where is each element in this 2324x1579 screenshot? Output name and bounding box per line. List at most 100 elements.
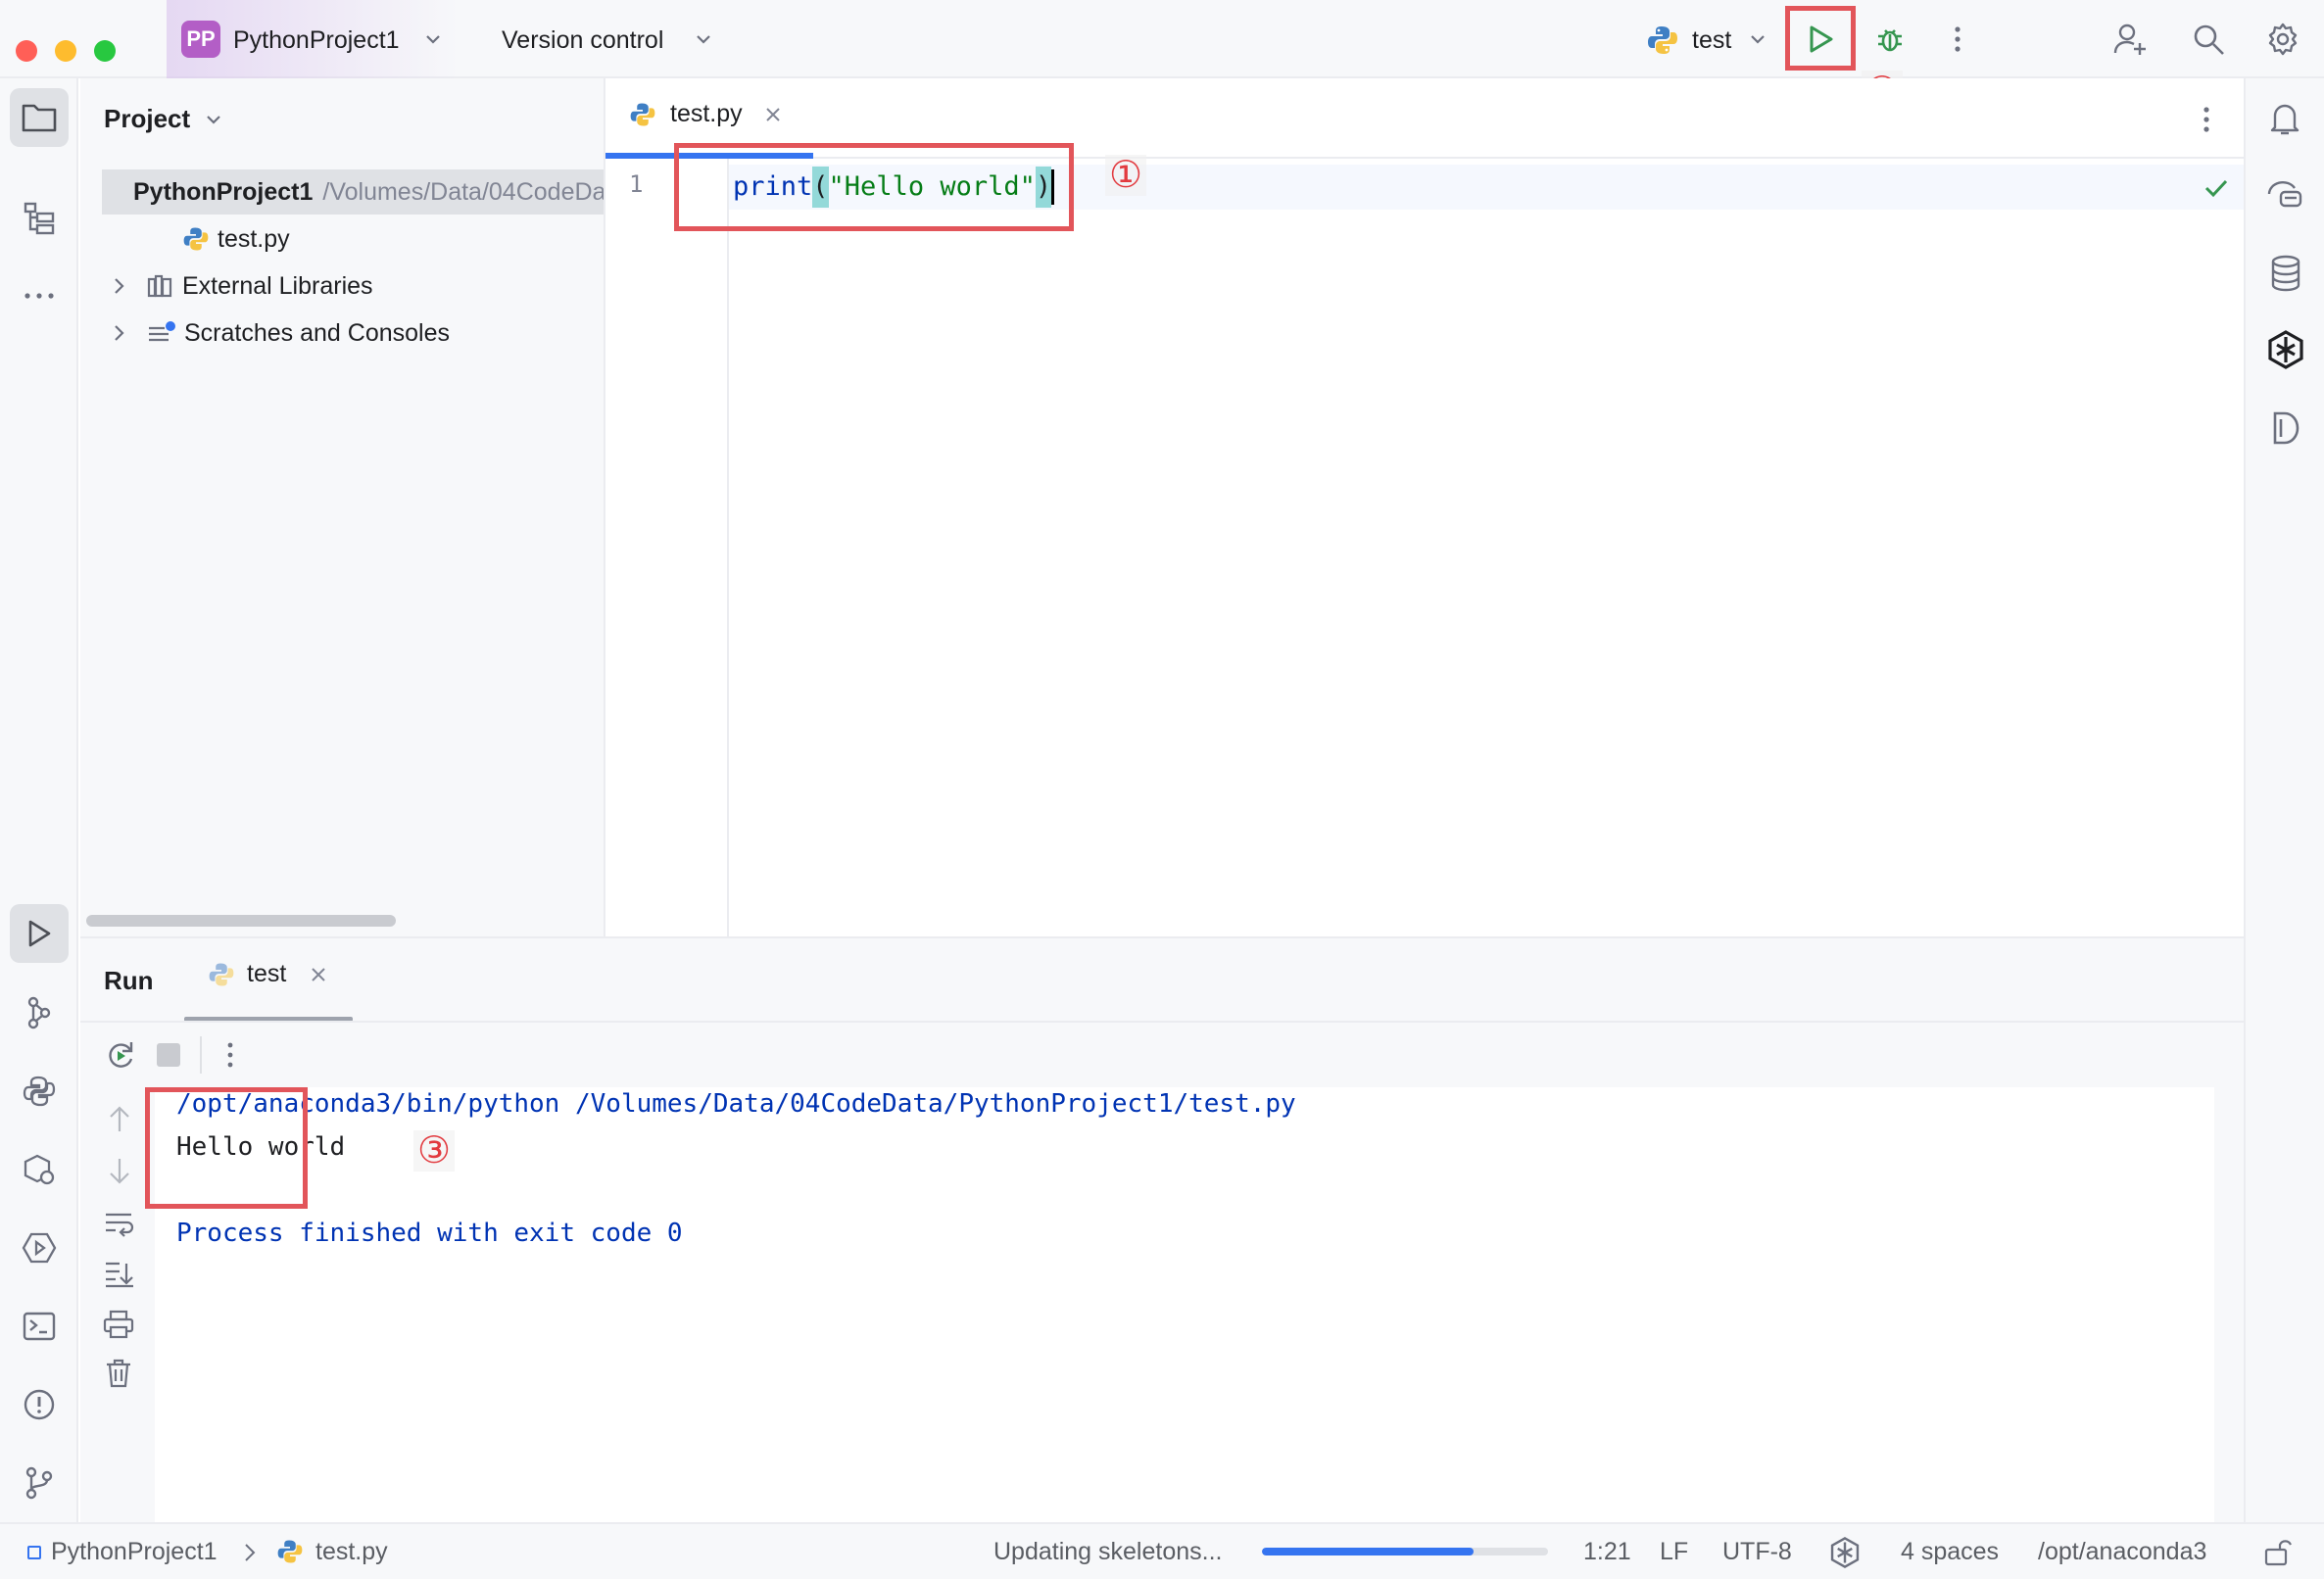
breadcrumb-file[interactable]: test.py — [315, 1538, 388, 1566]
editor-tab-test-py[interactable]: test.py — [629, 100, 782, 128]
database-icon[interactable] — [2269, 255, 2302, 292]
scratches-icon — [149, 321, 175, 342]
more-tools-button[interactable] — [10, 266, 69, 325]
run-tool-window: Run test /opt/anaconda3/bin/python /Volu… — [80, 936, 2244, 1524]
arrow-up-icon[interactable] — [106, 1105, 133, 1134]
print-icon[interactable] — [102, 1309, 135, 1340]
python-interpreter[interactable]: /opt/anaconda3 — [2038, 1538, 2206, 1566]
chevron-right-icon[interactable] — [108, 275, 129, 297]
editor-area: test.py 1 print("Hello world") ① — [605, 78, 2244, 936]
structure-tool-button[interactable] — [10, 188, 69, 247]
python-packages-tool-button[interactable] — [10, 1062, 69, 1121]
caret-position[interactable]: 1:21 — [1583, 1538, 1631, 1566]
tree-item-label: test.py — [218, 225, 290, 253]
problems-tool-button[interactable] — [10, 1375, 69, 1434]
title-bar: PP PythonProject1 Version control test — [0, 0, 2324, 78]
progress-fill — [1262, 1548, 1475, 1555]
rerun-icon[interactable] — [104, 1038, 137, 1072]
chevron-down-icon[interactable] — [423, 29, 443, 49]
settings-icon[interactable] — [2265, 22, 2300, 57]
tree-item-project-root[interactable]: PythonProject1 /Volumes/Data/04CodeData/… — [102, 169, 605, 215]
chevron-down-icon[interactable] — [204, 110, 223, 129]
breadcrumb-project[interactable]: PythonProject1 — [51, 1538, 218, 1566]
structure-icon — [24, 202, 55, 235]
chevron-down-icon[interactable] — [1748, 29, 1767, 49]
git-tool-button[interactable] — [10, 1454, 69, 1512]
code-highlight-box — [674, 143, 1074, 231]
trash-icon[interactable] — [104, 1358, 133, 1389]
indent-setting[interactable]: 4 spaces — [1901, 1538, 1999, 1566]
python-console-icon — [24, 1154, 55, 1185]
project-badge: PP — [181, 21, 220, 58]
console-command-line[interactable]: /opt/anaconda3/bin/python /Volumes/Data/… — [176, 1087, 1296, 1121]
stop-button[interactable] — [157, 1043, 180, 1067]
library-icon — [147, 274, 172, 298]
line-separator[interactable]: LF — [1660, 1538, 1688, 1566]
more-vertical-icon[interactable] — [1948, 24, 1967, 55]
notifications-icon[interactable] — [2267, 100, 2302, 137]
more-horizontal-icon — [24, 293, 54, 299]
folder-icon — [22, 104, 57, 132]
problems-icon — [24, 1389, 55, 1420]
zoom-window-button[interactable] — [94, 40, 116, 62]
project-name-menu[interactable]: PythonProject1 — [233, 26, 400, 55]
run-tab-label: test — [247, 960, 287, 987]
tree-item-path: /Volumes/Data/04CodeData/PythonProject1 — [322, 178, 605, 206]
python-icon — [209, 962, 234, 986]
services-tool-button[interactable] — [10, 983, 69, 1042]
arrow-down-icon[interactable] — [106, 1156, 133, 1185]
project-tool-button[interactable] — [10, 88, 69, 147]
scroll-to-end-icon[interactable] — [102, 1258, 135, 1289]
background-task-label[interactable]: Updating skeletons... — [993, 1538, 1222, 1566]
soft-wrap-icon[interactable] — [102, 1209, 135, 1238]
chevron-down-icon[interactable] — [694, 29, 713, 49]
close-icon[interactable] — [310, 966, 327, 983]
documentation-icon[interactable] — [2269, 409, 2302, 447]
line-number: 1 — [629, 170, 644, 198]
tree-item-external-libraries[interactable]: External Libraries — [108, 263, 373, 309]
jetbrains-ai-icon[interactable] — [2265, 329, 2306, 370]
chevron-right-icon[interactable] — [108, 322, 129, 344]
python-file-icon — [630, 102, 655, 126]
run-config-selector[interactable]: test — [1692, 26, 1731, 55]
run-tool-button[interactable] — [10, 904, 69, 963]
python-console-tool-button[interactable] — [10, 1140, 69, 1199]
file-encoding[interactable]: UTF-8 — [1722, 1538, 1792, 1566]
close-icon[interactable] — [764, 106, 782, 123]
run-panel-title: Run — [104, 966, 154, 995]
toolbar-separator — [200, 1036, 202, 1074]
more-vertical-icon[interactable] — [223, 1040, 237, 1070]
terminal-tool-button[interactable] — [10, 1297, 69, 1356]
lock-open-icon[interactable] — [2263, 1536, 2293, 1567]
ai-widget-icon[interactable] — [1828, 1536, 1862, 1569]
background-task-progress — [1262, 1548, 1548, 1555]
debug-tool-button[interactable] — [10, 1219, 69, 1277]
project-panel-title[interactable]: Project — [104, 104, 190, 134]
console-scroll-gutter — [2214, 1087, 2244, 1524]
run-icon[interactable] — [1805, 24, 1836, 55]
horizontal-scrollbar[interactable] — [86, 915, 396, 927]
version-control-menu[interactable]: Version control — [502, 26, 663, 55]
add-user-icon[interactable] — [2112, 22, 2148, 57]
console-output[interactable]: /opt/anaconda3/bin/python /Volumes/Data/… — [155, 1087, 2214, 1524]
minimize-window-button[interactable] — [55, 40, 76, 62]
debug-icon[interactable] — [1873, 22, 1907, 55]
tree-item-label: Scratches and Consoles — [184, 319, 450, 347]
run-tab-test[interactable]: test — [208, 960, 327, 988]
tree-item-label: External Libraries — [182, 272, 373, 300]
more-vertical-icon[interactable] — [2197, 104, 2216, 135]
run-panel-divider — [80, 1021, 2244, 1023]
search-icon[interactable] — [2191, 22, 2226, 57]
python-packages-icon — [23, 1076, 56, 1107]
tree-item-scratches[interactable]: Scratches and Consoles — [108, 311, 450, 356]
debug-services-icon — [22, 1232, 57, 1264]
tree-item-test-py[interactable]: test.py — [182, 216, 290, 262]
module-icon — [27, 1546, 41, 1559]
python-file-icon — [183, 227, 209, 251]
ai-assistant-icon[interactable] — [2265, 176, 2304, 212]
chevron-right-icon — [245, 1544, 256, 1561]
console-exit-message: Process finished with exit code 0 — [176, 1219, 683, 1248]
close-window-button[interactable] — [16, 40, 37, 62]
no-problems-check-icon[interactable] — [2203, 174, 2230, 202]
project-panel: Project PythonProject1 /Volumes/Data/04C… — [80, 78, 605, 936]
